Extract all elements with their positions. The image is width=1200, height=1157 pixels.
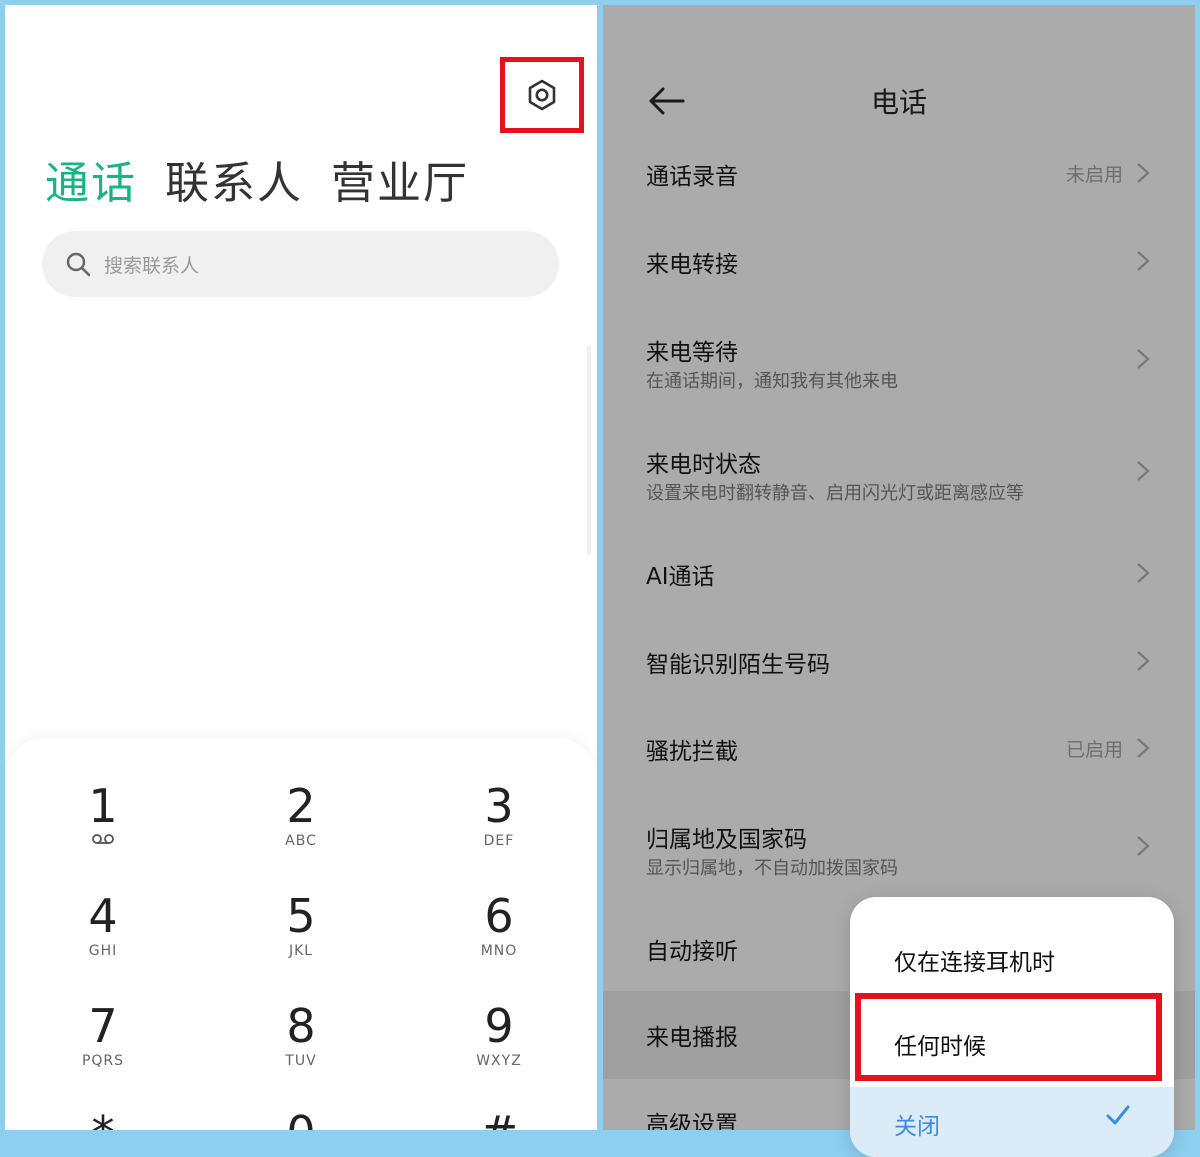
- key-sub: [43, 833, 163, 849]
- chevron-right-icon: [1137, 163, 1150, 183]
- setting-spam-blocking[interactable]: 骚扰拦截 已启用: [603, 710, 1195, 790]
- setting-label: 高级设置: [646, 1112, 738, 1130]
- setting-call-waiting[interactable]: 来电等待 在通话期间，通知我有其他来电: [603, 323, 1195, 423]
- dial-key-hash[interactable]: #: [439, 1108, 559, 1130]
- dial-key-7[interactable]: 7 PQRS: [43, 1001, 163, 1069]
- setting-ai-call[interactable]: AI通话: [603, 535, 1195, 615]
- dial-key-9[interactable]: 9 WXYZ: [439, 1001, 559, 1069]
- setting-label: 通话录音: [646, 164, 738, 190]
- key-digit: 5: [286, 889, 316, 943]
- key-letters: PQRS: [81, 1053, 125, 1069]
- key-letters: DEF: [483, 833, 515, 849]
- setting-label: 来电等待: [646, 340, 738, 366]
- key-digit: 2: [286, 779, 316, 833]
- dialpad: 1 2 ABC 3 DEF 4 GHI 5 JKL 6 MNO 7 PQRS 8…: [5, 738, 597, 1130]
- key-digit: 3: [484, 779, 514, 833]
- key-letters: WXYZ: [476, 1053, 522, 1069]
- key-letters: ABC: [285, 833, 317, 849]
- announcement-options-popup: 仅在连接耳机时 任何时候 关闭: [850, 897, 1174, 1157]
- scrollbar[interactable]: [587, 345, 591, 555]
- chevron-right-icon: [1137, 651, 1150, 671]
- dial-key-4[interactable]: 4 GHI: [43, 891, 163, 959]
- setting-label: 归属地及国家码: [646, 827, 807, 853]
- key-digit: 7: [88, 999, 118, 1053]
- chevron-right-icon: [1137, 251, 1150, 271]
- setting-label: 智能识别陌生号码: [646, 652, 830, 678]
- setting-label: 来电播报: [646, 1025, 738, 1051]
- option-headset-only[interactable]: 仅在连接耳机时: [894, 943, 1055, 977]
- setting-call-forwarding[interactable]: 来电转接: [603, 223, 1195, 303]
- setting-label: 来电时状态: [646, 452, 761, 478]
- tab-calls[interactable]: 通话: [45, 147, 137, 211]
- dial-key-3[interactable]: 3 DEF: [439, 781, 559, 849]
- key-letters: MNO: [480, 943, 518, 959]
- key-digit: 1: [88, 779, 118, 833]
- setting-call-recording[interactable]: 通话录音 未启用: [603, 135, 1195, 215]
- dial-key-2[interactable]: 2 ABC: [241, 781, 361, 849]
- chevron-right-icon: [1137, 836, 1150, 856]
- chevron-right-icon: [1137, 563, 1150, 583]
- setting-location-country-code[interactable]: 归属地及国家码 显示归属地，不自动加拨国家码: [603, 810, 1195, 910]
- setting-label: 骚扰拦截: [646, 739, 738, 765]
- settings-button[interactable]: [500, 57, 584, 133]
- search-contacts-input[interactable]: 搜索联系人: [42, 231, 559, 297]
- key-digit: 9: [484, 999, 514, 1053]
- setting-description: 显示归属地，不自动加拨国家码: [646, 858, 898, 879]
- dial-key-5[interactable]: 5 JKL: [241, 891, 361, 959]
- option-off-label: 关闭: [894, 1114, 940, 1140]
- key-digit: 6: [484, 889, 514, 943]
- gear-icon: [528, 79, 556, 111]
- search-icon: [66, 252, 91, 277]
- dial-key-1[interactable]: 1: [43, 781, 163, 849]
- setting-label: 自动接听: [646, 939, 738, 965]
- key-letters: TUV: [285, 1053, 317, 1069]
- setting-description: 在通话期间，通知我有其他来电: [646, 371, 898, 392]
- setting-label: AI通话: [646, 564, 715, 590]
- chevron-right-icon: [1137, 349, 1150, 369]
- setting-value: 已启用: [1065, 739, 1123, 761]
- page-title: 电话: [870, 86, 927, 119]
- dial-key-0[interactable]: 0: [241, 1108, 361, 1130]
- setting-label: 来电转接: [646, 252, 738, 278]
- setting-value: 未启用: [1065, 164, 1123, 186]
- dial-key-8[interactable]: 8 TUV: [241, 1001, 361, 1069]
- key-letters: JKL: [288, 943, 314, 959]
- search-placeholder: 搜索联系人: [104, 254, 200, 277]
- key-digit: #: [439, 1108, 559, 1130]
- key-digit: 8: [286, 999, 316, 1053]
- setting-incoming-call-state[interactable]: 来电时状态 设置来电时翻转静音、启用闪光灯或距离感应等: [603, 435, 1195, 535]
- key-letters: GHI: [88, 943, 118, 959]
- chevron-right-icon: [1137, 461, 1150, 481]
- key-digit: *: [43, 1108, 163, 1130]
- key-digit: 4: [88, 889, 118, 943]
- setting-identify-unknown-numbers[interactable]: 智能识别陌生号码: [603, 623, 1195, 703]
- tab-contacts[interactable]: 联系人: [165, 147, 303, 211]
- option-anytime[interactable]: 任何时候: [894, 1027, 986, 1061]
- dial-key-6[interactable]: 6 MNO: [439, 891, 559, 959]
- voicemail-icon: [92, 834, 114, 844]
- dial-key-star[interactable]: *: [43, 1108, 163, 1130]
- tab-service-hall[interactable]: 营业厅: [331, 147, 469, 211]
- tab-bar: 通话 联系人 营业厅: [45, 147, 469, 211]
- key-digit: 0: [241, 1108, 361, 1130]
- check-icon: [1106, 1105, 1130, 1125]
- chevron-right-icon: [1137, 738, 1150, 758]
- option-off[interactable]: 关闭: [850, 1087, 1174, 1157]
- setting-description: 设置来电时翻转静音、启用闪光灯或距离感应等: [646, 483, 1024, 504]
- dialer-screen: 通话 联系人 营业厅 搜索联系人 1 2 ABC 3 DEF 4 GHI 5 J…: [5, 5, 597, 1130]
